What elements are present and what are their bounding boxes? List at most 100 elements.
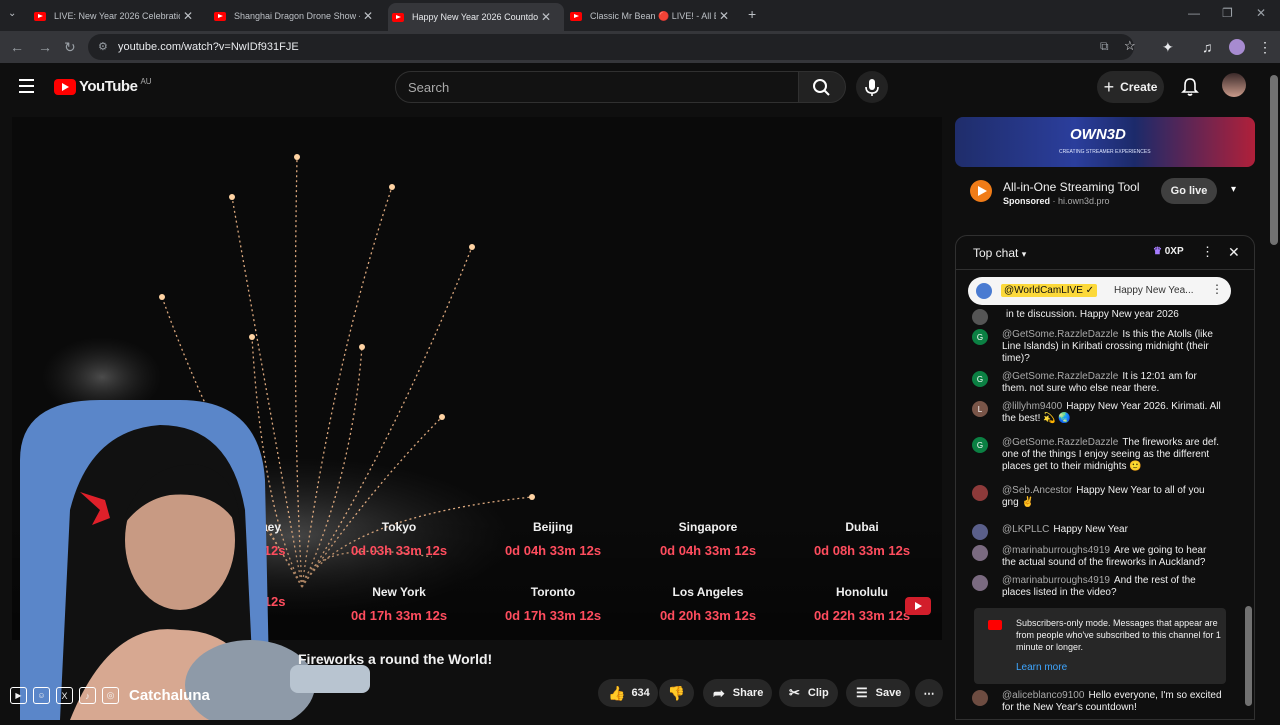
close-tab-icon[interactable]: ✕	[360, 9, 376, 23]
youtube-header: YouTube AU Search + Create	[0, 63, 1280, 111]
save-button[interactable]: ☰ Save	[846, 679, 910, 707]
sponsored-ad[interactable]: OWN3D CREATING STREAMER EXPERIENCES All-…	[955, 117, 1255, 219]
video-title: Fireworks a round the World!	[298, 651, 493, 667]
search-button[interactable]	[798, 71, 846, 103]
scissors-icon: ✂	[789, 685, 800, 700]
url-field[interactable]: ⚙ youtube.com/watch?v=NwIDf931FJE ⧉ ☆	[88, 34, 1136, 60]
reload-icon[interactable]: ↻	[64, 39, 76, 56]
avatar: G	[972, 329, 988, 345]
countdown-city: Toronto 0d 17h 33m 12s	[504, 585, 602, 623]
x-icon: X	[56, 687, 73, 704]
close-tab-icon[interactable]: ✕	[716, 9, 732, 23]
avatar	[972, 485, 988, 501]
go-live-button[interactable]: Go live	[1161, 178, 1217, 204]
countdown-city: Los Angeles 0d 20h 33m 12s	[659, 585, 757, 623]
microphone-icon	[865, 79, 879, 96]
close-tab-icon[interactable]: ✕	[538, 10, 554, 24]
minimize-icon[interactable]: —	[1188, 6, 1200, 20]
countdown-city: Singapore 0d 04h 33m 12s	[659, 520, 757, 558]
subscribe-watermark-icon[interactable]	[905, 597, 931, 615]
browser-tab-active[interactable]: Happy New Year 2026 Countdown! 🎉 Fire ✕	[388, 3, 564, 31]
page-scrollbar[interactable]	[1270, 75, 1278, 245]
close-tab-icon[interactable]: ✕	[180, 9, 196, 23]
new-tab-icon[interactable]: +	[748, 6, 756, 22]
chat-message: in te discussion. Happy New year 2026	[972, 309, 1222, 325]
chat-message: L @lillyhm9400 Happy New Year 2026. Kirim…	[972, 401, 1222, 425]
streamer-webcam	[0, 400, 380, 725]
bookmark-star-icon[interactable]: ☆	[1124, 38, 1136, 54]
plus-icon: +	[1103, 76, 1115, 97]
subscribers-only-notice: Subscribers-only mode. Messages that app…	[974, 608, 1226, 684]
browser-tab[interactable]: Classic Mr Bean 🔴 LIVE! - All Episodes -…	[566, 4, 742, 28]
thumbs-up-icon: 👍	[608, 684, 626, 701]
browser-tab[interactable]: Shanghai Dragon Drone Show - China New Y…	[210, 4, 386, 28]
youtube-logo[interactable]: YouTube AU	[54, 77, 152, 95]
avatar: L	[972, 401, 988, 417]
more-actions-button[interactable]: ⋯	[915, 679, 943, 707]
ad-banner: OWN3D CREATING STREAMER EXPERIENCES	[955, 117, 1255, 167]
voice-search-button[interactable]	[856, 71, 888, 103]
streamer-image	[20, 400, 370, 725]
live-chat: Top chat ▾ ♛ 0XP ⋮ ✕ @WorldCamLIVE ✓ Hap…	[955, 235, 1255, 720]
cast-icon[interactable]: ⧉	[1100, 39, 1109, 54]
bell-icon	[1181, 78, 1199, 96]
browser-tab[interactable]: LIVE: New Year 2026 Celebrations and Fir…	[30, 4, 208, 28]
pinned-menu-icon[interactable]: ⋮	[1211, 282, 1223, 296]
forward-icon[interactable]: →	[38, 39, 52, 55]
dislike-button[interactable]: 👎	[659, 679, 694, 707]
own3d-logo-icon	[970, 180, 992, 202]
close-chat-icon[interactable]: ✕	[1228, 244, 1240, 261]
chat-message: @aliceblanco9100 Hello everyone, I'm so e…	[972, 690, 1222, 714]
pinned-message[interactable]: @WorldCamLIVE ✓ Happy New Yea... ⋮	[968, 277, 1231, 305]
search-input[interactable]: Search	[395, 71, 799, 103]
site-info-icon[interactable]: ⚙	[98, 40, 108, 53]
streamer-socials: ▶ ☺ X ♪ ◎ Catchaluna	[10, 687, 210, 704]
xp-badge[interactable]: ♛ 0XP	[1153, 246, 1184, 257]
extensions-icon[interactable]: ✦	[1162, 39, 1174, 56]
thumbs-down-icon: 👎	[667, 684, 686, 701]
avatar	[976, 283, 992, 299]
share-button[interactable]: ➦ Share	[703, 679, 772, 707]
streamer-name: Catchaluna	[129, 687, 210, 704]
back-icon[interactable]: ←	[10, 39, 24, 55]
clip-button[interactable]: ✂ Clip	[779, 679, 838, 707]
browser-menu-icon[interactable]: ⋮	[1258, 39, 1272, 56]
avatar	[972, 524, 988, 540]
profile-avatar[interactable]	[1229, 39, 1245, 55]
chevron-down-icon[interactable]: ▾	[1231, 184, 1236, 195]
youtube-favicon-icon	[214, 11, 226, 21]
more-icon: ⋯	[923, 687, 935, 700]
chat-scrollbar[interactable]	[1245, 606, 1252, 706]
avatar	[972, 690, 988, 706]
chat-message: G @GetSome.RazzleDazzle The fireworks are…	[972, 437, 1222, 473]
create-button[interactable]: + Create	[1097, 71, 1164, 103]
chat-menu-icon[interactable]: ⋮	[1201, 244, 1214, 260]
menu-icon[interactable]	[19, 79, 34, 93]
chevron-down-icon: ▾	[1021, 249, 1027, 259]
countdown-city: Dubai 0d 08h 33m 12s	[813, 520, 911, 558]
youtube-icon: ▶	[10, 687, 27, 704]
avatar: G	[972, 371, 988, 387]
instagram-icon: ◎	[102, 687, 119, 704]
chat-message: G @GetSome.RazzleDazzle Is this the Atoll…	[972, 329, 1222, 365]
share-icon: ➦	[713, 684, 725, 701]
address-bar: ← → ↻ ⚙ youtube.com/watch?v=NwIDf931FJE …	[0, 31, 1280, 63]
search-icon	[813, 79, 830, 96]
avatar[interactable]	[1222, 73, 1246, 97]
like-button[interactable]: 👍 634	[598, 679, 658, 707]
avatar: G	[972, 437, 988, 453]
close-window-icon[interactable]: ✕	[1256, 6, 1266, 20]
tab-search-icon[interactable]: ⌄	[8, 8, 16, 19]
chat-message: @marinaburroughs4919 And the rest of the …	[972, 575, 1222, 599]
chat-mode-dropdown[interactable]: Top chat ▾	[973, 246, 1026, 260]
avatar	[972, 309, 988, 325]
tiktok-icon: ♪	[79, 687, 96, 704]
notifications-button[interactable]	[1181, 77, 1199, 102]
chat-message: @marinaburroughs4919 Are we going to hear…	[972, 545, 1222, 569]
maximize-icon[interactable]: ❐	[1222, 6, 1233, 20]
youtube-icon	[988, 620, 1002, 630]
media-controls-icon[interactable]: ♫	[1202, 39, 1213, 55]
youtube-favicon-icon	[570, 11, 582, 21]
chat-message: G @GetSome.RazzleDazzle It is 12:01 am fo…	[972, 371, 1222, 395]
learn-more-link[interactable]: Learn more	[1016, 662, 1067, 673]
